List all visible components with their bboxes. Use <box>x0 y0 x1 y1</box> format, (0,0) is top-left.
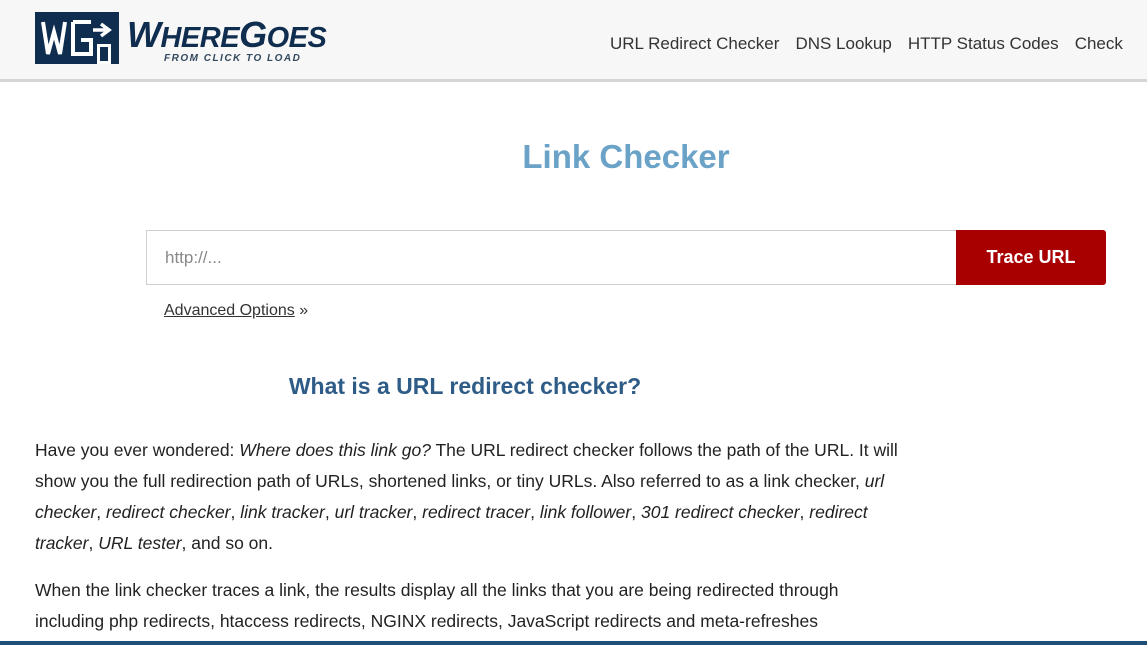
bottom-bar <box>0 641 1147 645</box>
nav-check[interactable]: Check <box>1075 34 1123 53</box>
wheregoes-logo-mark-icon <box>35 12 119 64</box>
advanced-options: Advanced Options » <box>164 302 308 320</box>
nav-url-redirect-checker[interactable]: URL Redirect Checker <box>610 34 779 53</box>
trace-url-button[interactable]: Trace URL <box>956 230 1106 285</box>
advanced-options-link[interactable]: Advanced Options <box>164 302 295 319</box>
advanced-options-arrow-icon: » <box>299 302 309 319</box>
logo-tagline: FROM CLICK TO LOAD <box>164 53 302 64</box>
top-nav: URL Redirect Checker DNS Lookup HTTP Statu… <box>610 34 1139 54</box>
section-heading: What is a URL redirect checker? <box>288 373 642 399</box>
intro-paragraph: Have you ever wondered: Where does this … <box>35 440 898 553</box>
logo-wordmark: WHEREGOES <box>127 14 327 55</box>
url-input[interactable] <box>146 230 957 285</box>
page-title: Link Checker <box>522 138 730 175</box>
wheregoes-logo[interactable]: WHEREGOES FROM CLICK TO LOAD <box>35 12 335 68</box>
nav-dns-lookup[interactable]: DNS Lookup <box>795 34 891 53</box>
site-header: WHEREGOES FROM CLICK TO LOAD URL Redirec… <box>0 0 1147 82</box>
nav-http-status-codes[interactable]: HTTP Status Codes <box>908 34 1059 53</box>
results-paragraph: When the link checker traces a link, the… <box>35 580 839 631</box>
